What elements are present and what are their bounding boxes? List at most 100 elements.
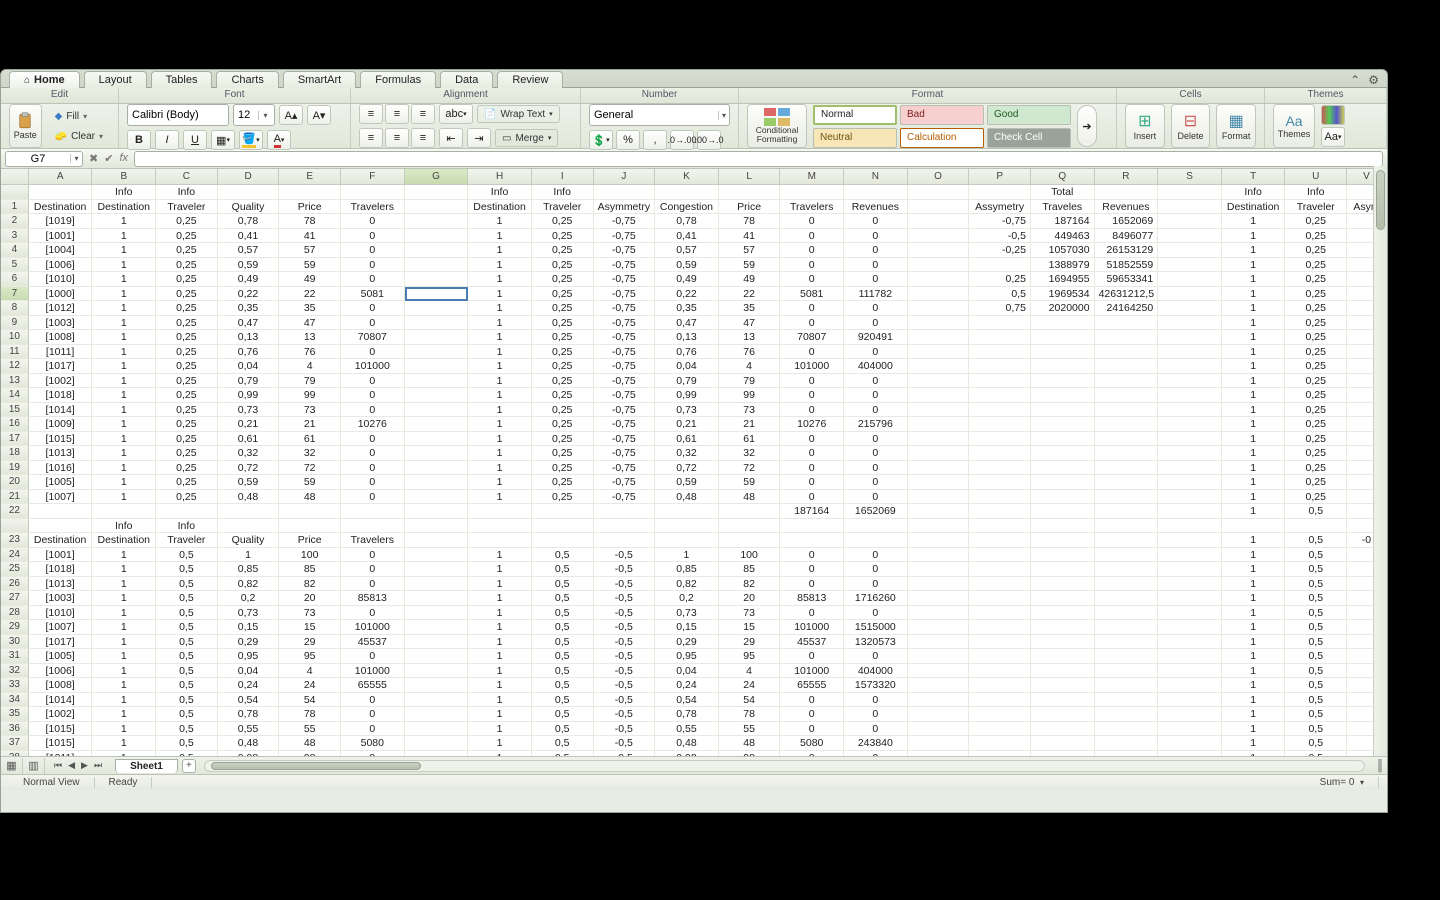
cell[interactable]: 0 [844,258,908,273]
cell[interactable]: -0,5 [594,591,656,606]
cell[interactable]: -0,5 [594,751,656,757]
cell[interactable]: 1 [92,345,156,360]
cell[interactable] [969,635,1031,650]
font-size-combo[interactable]: ▾ [233,104,275,126]
cell[interactable]: -0,5 [594,620,656,635]
cell[interactable]: 1 [468,591,532,606]
style-check-cell[interactable]: Check Cell [987,128,1071,148]
tab-tables[interactable]: Tables [151,71,213,88]
cell[interactable] [969,388,1031,403]
col-header-I[interactable]: I [532,169,594,184]
cell[interactable]: 72 [279,461,341,476]
cell[interactable] [405,635,469,650]
cell[interactable]: 0,25 [1285,446,1347,461]
cell[interactable] [1158,664,1222,679]
cell[interactable] [1158,562,1222,577]
row-header[interactable]: 11 [1,345,29,360]
cell[interactable]: 0,25 [156,417,218,432]
cell[interactable]: 0,25 [532,461,594,476]
cell[interactable] [969,577,1031,592]
cell[interactable]: 0 [780,562,844,577]
cell[interactable]: 1 [1222,475,1286,490]
cell[interactable]: 0,49 [218,272,280,287]
cell[interactable]: 1 [468,229,532,244]
cell[interactable]: 0,13 [655,330,719,345]
cell[interactable] [532,504,594,519]
cell[interactable] [1158,388,1222,403]
cell[interactable]: 0,25 [1285,490,1347,505]
fill-color-button[interactable]: 🪣▾ [239,130,263,150]
style-bad[interactable]: Bad [900,105,984,125]
cell[interactable]: 4 [719,359,781,374]
cell[interactable] [969,461,1031,476]
cell[interactable]: 1694955 [1031,272,1095,287]
cell[interactable]: 1 [92,751,156,757]
cell[interactable]: 1 [468,403,532,418]
cell[interactable]: 0,5 [532,664,594,679]
cell[interactable]: Info [156,185,218,200]
cell[interactable]: 42631212,5 [1095,287,1159,302]
cell[interactable]: 51852559 [1095,258,1159,273]
cell[interactable] [1095,345,1159,360]
cell[interactable] [1031,620,1095,635]
cell[interactable]: 1 [468,577,532,592]
cell[interactable]: 0 [780,243,844,258]
cell[interactable] [405,606,469,621]
cell[interactable] [1158,693,1222,708]
cell[interactable]: 1 [468,417,532,432]
cell[interactable]: 243840 [844,736,908,751]
cell[interactable]: 0,48 [655,490,719,505]
cell[interactable] [908,722,970,737]
cell[interactable]: 0,25 [156,475,218,490]
cell[interactable]: 1 [468,736,532,751]
cell[interactable]: 4 [279,664,341,679]
add-sheet-button[interactable]: + [182,759,196,773]
cell[interactable]: 920491 [844,330,908,345]
cell[interactable] [908,258,970,273]
cell-styles-gallery[interactable]: Normal Bad Good Neutral Calculation Chec… [813,105,1071,148]
cell[interactable] [468,504,532,519]
cell[interactable]: 111782 [844,287,908,302]
cell[interactable]: 0,5 [532,736,594,751]
cell[interactable]: 1 [1222,272,1286,287]
cell[interactable]: 0,25 [1285,432,1347,447]
cell[interactable]: 0,21 [218,417,280,432]
cell[interactable]: 0,78 [218,707,280,722]
col-header-C[interactable]: C [156,169,218,184]
row-header[interactable]: 36 [1,722,29,737]
cell[interactable] [969,678,1031,693]
cell[interactable] [1095,374,1159,389]
cell[interactable]: 0 [341,214,405,229]
cell[interactable] [405,519,469,534]
cell[interactable]: 0 [780,345,844,360]
cell[interactable]: 0,25 [1285,287,1347,302]
cell[interactable]: 54 [279,693,341,708]
cell[interactable]: 0,35 [218,301,280,316]
cell[interactable] [1031,490,1095,505]
cell[interactable]: Traveler [156,200,218,215]
cell[interactable]: 0,25 [156,229,218,244]
cell[interactable]: 0,72 [218,461,280,476]
cell[interactable]: 0,04 [218,359,280,374]
cell[interactable]: 0 [341,562,405,577]
cell[interactable] [969,446,1031,461]
cell[interactable]: 1 [468,722,532,737]
align-top-icon[interactable]: ≡ [359,104,383,124]
cell[interactable]: 0,25 [1285,374,1347,389]
cell[interactable] [218,185,280,200]
orientation-icon[interactable]: abc▾ [439,104,473,124]
cell[interactable] [1158,678,1222,693]
cell[interactable]: 0 [844,606,908,621]
cell[interactable] [1095,432,1159,447]
cell[interactable]: 1 [468,620,532,635]
enter-formula-icon[interactable]: ✔ [104,152,113,165]
cell[interactable]: 0 [844,562,908,577]
cell[interactable] [844,533,908,548]
cell[interactable] [405,359,469,374]
cell[interactable]: 45537 [780,635,844,650]
cell[interactable]: 0,24 [655,678,719,693]
cell[interactable]: 0,25 [156,359,218,374]
cell[interactable]: 0,25 [1285,345,1347,360]
cell[interactable]: Quality [218,200,280,215]
percent-icon[interactable]: % [616,130,640,150]
